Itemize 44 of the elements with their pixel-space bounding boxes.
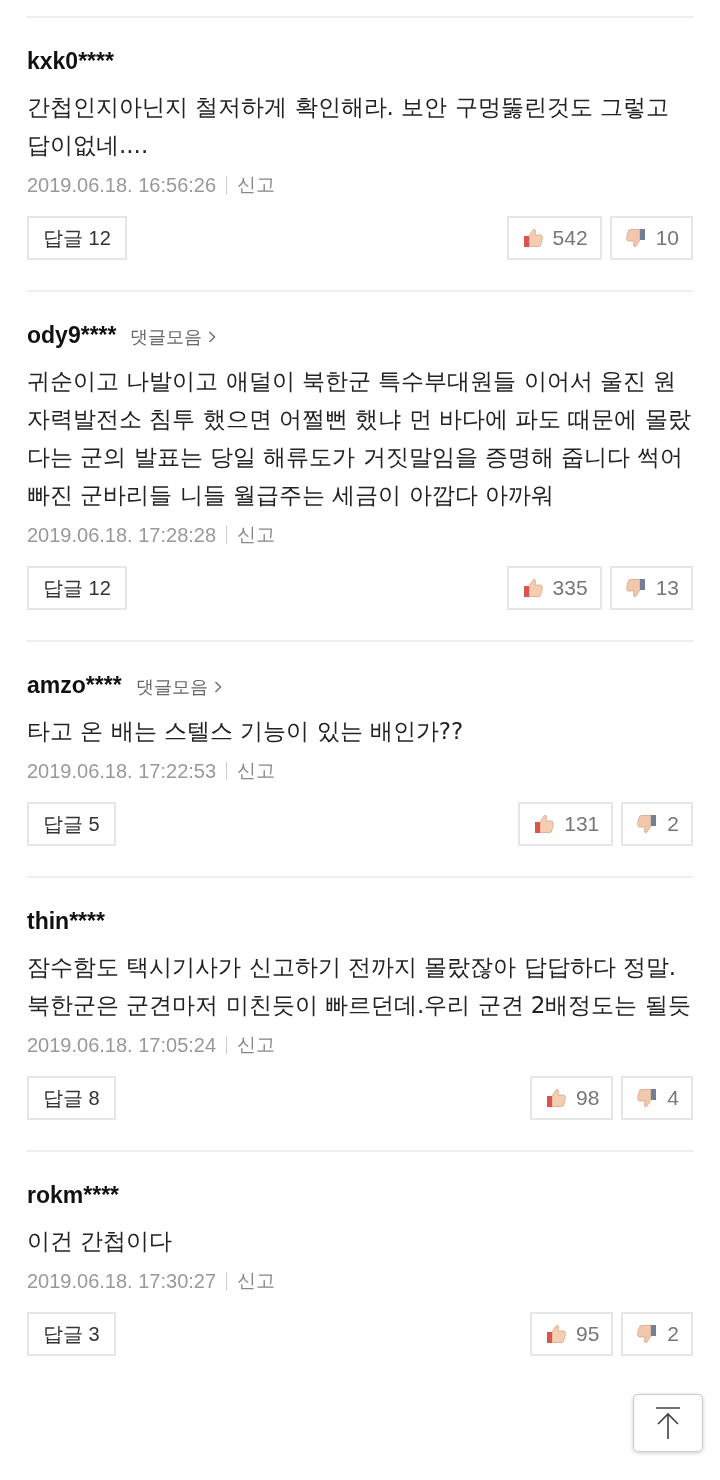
timestamp: 2019.06.18. 17:05:24 [27,1033,217,1057]
like-button[interactable]: 98 [529,1076,614,1120]
chevron-icon [213,680,222,694]
chevron-icon [208,330,217,344]
timestamp: 2019.06.18. 17:22:53 [27,759,217,783]
comment-collection-link[interactable]: 댓글모음 [130,325,217,349]
like-button[interactable]: 131 [518,802,614,846]
username: rokm**** [27,1182,120,1209]
comment-text: 귀순이고 나발이고 애덜이 북한군 특수부대원들 이어서 울진 원자력발전소 침투 했으면 어쩔뻔 했냐 먼 바다에 파도 때문에 몰랐다는 군의 발표는 당일 해류도가 거짓말임을 증명해 줍니다 썩어빠진 군바리들 니들 월급주는 세금이 아깝다 아까워 [27,367,692,510]
username: kxk0**** [27,48,114,75]
thumbs-down-icon [623,576,648,600]
dislike-button[interactable]: 2 [621,802,693,846]
comment-text: 간첩인지아닌지 철저하게 확인해라. 보안 구멍뚫린것도 그렇고 답이없네.... [27,93,670,160]
timestamp: 2019.06.18. 17:28:28 [27,523,217,547]
report-link[interactable]: 신고 [237,1268,276,1294]
reply-button[interactable]: 답글 5 [27,802,116,846]
dislike-button[interactable]: 2 [621,1312,693,1356]
like-button[interactable]: 542 [506,216,602,260]
report-link[interactable]: 신고 [237,522,276,548]
like-button[interactable]: 95 [529,1312,614,1356]
comment-collection-link[interactable]: 댓글모음 [135,675,222,699]
arrow-up-icon [653,1406,683,1440]
reply-button[interactable]: 답글 12 [27,216,127,260]
dislike-button[interactable]: 13 [609,566,693,610]
report-link[interactable]: 신고 [237,172,276,198]
report-link[interactable]: 신고 [237,1032,276,1058]
comment-text: 타고 온 배는 스텔스 기능이 있는 배인가?? [27,717,465,746]
comment-text: 이건 간첩이다 [27,1227,174,1256]
thumbs-up-icon [532,812,557,836]
username: ody9**** [27,322,117,349]
report-link[interactable]: 신고 [237,758,276,784]
dislike-button[interactable]: 10 [609,216,693,260]
dislike-button[interactable]: 4 [621,1076,693,1120]
comment-text: 잠수함도 택시기사가 신고하기 전까지 몰랐잖아 답답하다 정말.북한군은 군견마저 미친듯이 빠르던데.우리 군견 2배정도는 될듯 [27,953,692,1020]
reply-button[interactable]: 답글 12 [27,566,127,610]
timestamp: 2019.06.18. 16:56:26 [27,173,217,197]
timestamp: 2019.06.18. 17:30:27 [27,1269,217,1293]
username: thin**** [27,908,105,935]
username: amzo**** [27,672,122,699]
reply-button[interactable]: 답글 8 [27,1076,116,1120]
reply-button[interactable]: 답글 3 [27,1312,116,1356]
scroll-to-top-button[interactable] [633,1394,703,1452]
like-button[interactable]: 335 [506,566,602,610]
thumbs-down-icon [623,226,648,250]
